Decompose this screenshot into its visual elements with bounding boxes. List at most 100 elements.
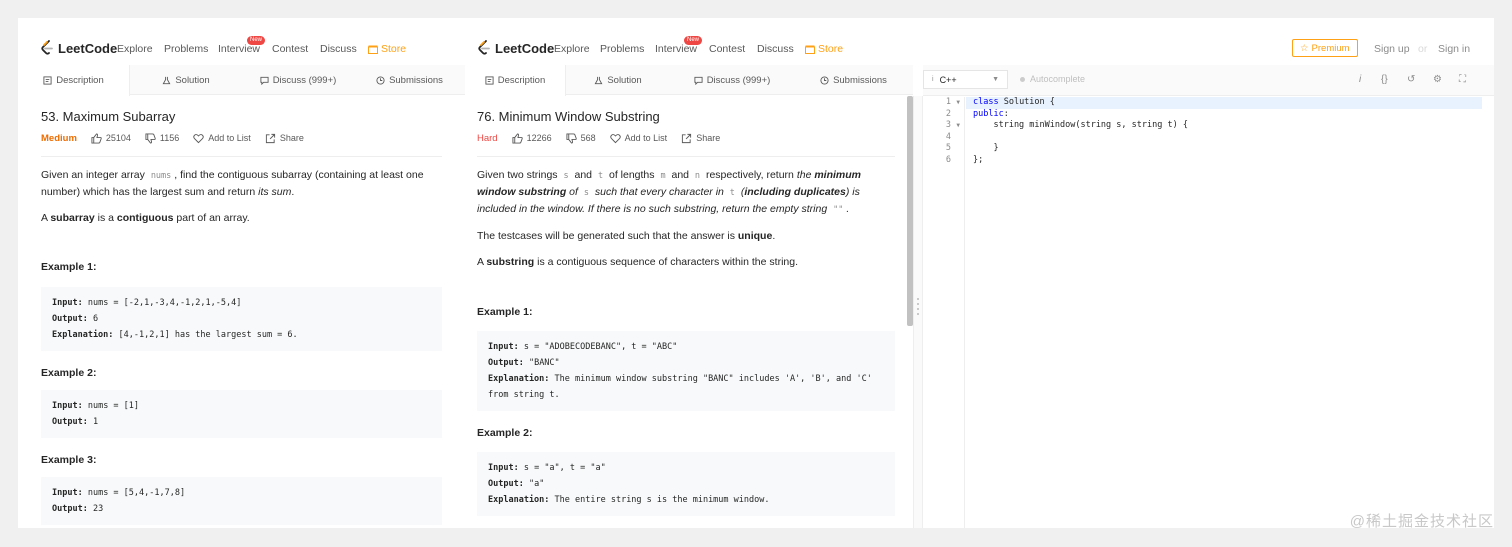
- fold-arrow-icon[interactable]: ▼: [956, 120, 960, 132]
- inline-code: s: [563, 171, 569, 181]
- line-number: 2: [945, 108, 951, 119]
- code-braces-icon[interactable]: {}: [1381, 74, 1388, 85]
- nav-discuss[interactable]: Discuss: [320, 43, 357, 55]
- tab-label: Solution: [175, 74, 210, 86]
- sign-up-link[interactable]: Sign up: [1374, 43, 1410, 55]
- line-number-text: 1: [945, 97, 951, 107]
- like-button[interactable]: 12266: [512, 132, 552, 144]
- comment-icon: [260, 76, 269, 85]
- line-number-text: 3: [945, 120, 951, 131]
- leetcode-logo[interactable]: LeetCode: [477, 40, 554, 56]
- nav-problems[interactable]: Problems: [164, 43, 208, 55]
- nav-contest[interactable]: Contest: [272, 43, 308, 55]
- tab-discuss[interactable]: Discuss (999+): [670, 65, 794, 95]
- desc-text: A: [41, 212, 51, 224]
- share-button[interactable]: Share: [265, 133, 304, 144]
- code-keyword: public: [973, 108, 1004, 119]
- panel-splitter[interactable]: [913, 96, 923, 528]
- output-label: Output:: [488, 358, 524, 368]
- desc-text: respectively, return: [703, 169, 797, 181]
- editor-toolbar: i C++ ▼ Autocomplete i {} ↺ ⚙ ⛶: [923, 65, 1494, 96]
- dislike-button[interactable]: 1156: [145, 132, 179, 144]
- line-number: 3 ▼: [923, 120, 964, 132]
- desc-text: and: [571, 169, 595, 181]
- tab-solution[interactable]: Solution: [130, 65, 242, 95]
- desc-bold: subarray: [50, 212, 95, 224]
- tab-submissions[interactable]: Submissions: [354, 65, 465, 95]
- nav-contest[interactable]: Contest: [709, 43, 745, 55]
- example-box: Input: s = "ADOBECODEBANC", t = "ABC" Ou…: [477, 331, 895, 411]
- tab-label: Submissions: [389, 74, 443, 86]
- tab-description[interactable]: Description: [465, 65, 566, 96]
- clock-icon: [820, 75, 829, 85]
- leetcode-logo[interactable]: LeetCode: [40, 40, 117, 56]
- nav-store[interactable]: Store: [805, 43, 843, 55]
- sign-in-link[interactable]: Sign in: [1438, 43, 1470, 55]
- language-value: C++: [939, 74, 957, 85]
- tab-submissions[interactable]: Submissions: [794, 65, 913, 95]
- description-icon: [485, 76, 494, 85]
- add-to-list-button[interactable]: Add to List: [609, 133, 668, 144]
- example-box: Input: nums = [1] Output: 1: [41, 390, 442, 438]
- description-paragraph: A substring is a contiguous sequence of …: [477, 254, 895, 270]
- problem-content: 76. Minimum Window Substring Hard 12266 …: [465, 96, 907, 516]
- description-icon: [43, 76, 52, 85]
- problem-content: 53. Maximum Subarray Medium 25104 1156 A…: [18, 96, 465, 525]
- premium-label: Premium: [1311, 42, 1350, 54]
- reset-icon[interactable]: ↺: [1407, 74, 1415, 85]
- desc-text: Given two strings: [477, 169, 561, 181]
- nav-store[interactable]: Store: [368, 43, 406, 55]
- dislike-button[interactable]: 568: [566, 132, 596, 144]
- share-icon: [682, 133, 692, 143]
- problem-title: 76. Minimum Window Substring: [477, 109, 660, 124]
- add-to-list-button[interactable]: Add to List: [193, 133, 251, 144]
- nav-explore[interactable]: Explore: [117, 43, 153, 55]
- code-line: }: [973, 143, 999, 154]
- code-line: public:: [973, 109, 1482, 121]
- nav-problems[interactable]: Problems: [600, 43, 644, 55]
- tab-discuss[interactable]: Discuss (999+): [242, 65, 354, 95]
- code-line: class Solution {: [966, 97, 1482, 109]
- like-button[interactable]: 25104: [91, 132, 131, 144]
- problem-title: 53. Maximum Subarray: [41, 109, 176, 124]
- premium-button[interactable]: ☆ Premium: [1292, 39, 1358, 57]
- example-input: nums = [5,4,-1,7,8]: [87, 488, 186, 498]
- desc-text: of lengths: [606, 169, 658, 181]
- nav-interview[interactable]: Interview New: [218, 36, 266, 55]
- desc-emphasis: .: [846, 203, 850, 215]
- nav-explore[interactable]: Explore: [554, 43, 590, 55]
- splitter-grip: [917, 303, 919, 305]
- divider: [41, 156, 442, 157]
- thumbs-up-icon: [91, 132, 102, 144]
- top-nav: LeetCode Explore Problems Interview New …: [18, 18, 465, 66]
- tab-solution[interactable]: Solution: [566, 65, 670, 95]
- desc-bold: including duplicates: [744, 186, 846, 198]
- comment-icon: [694, 76, 703, 85]
- inline-code: m: [660, 171, 666, 181]
- problem-meta: Hard 12266 568 Add to List Share: [477, 132, 895, 146]
- settings-icon[interactable]: ⚙: [1433, 74, 1442, 85]
- splitter-grip: [917, 313, 919, 315]
- splitter-grip: [917, 308, 919, 310]
- info-icon[interactable]: i: [1359, 74, 1361, 85]
- nav-interview[interactable]: Interview New: [655, 36, 703, 55]
- add-to-list-label: Add to List: [624, 133, 668, 143]
- tab-description[interactable]: Description: [18, 65, 130, 96]
- nav-discuss[interactable]: Discuss: [757, 43, 794, 55]
- language-select[interactable]: i C++ ▼: [923, 70, 1008, 89]
- line-number: 5: [945, 143, 951, 154]
- autocomplete-toggle[interactable]: Autocomplete: [1020, 74, 1085, 84]
- example-title: Example 3:: [41, 454, 97, 466]
- divider: [477, 156, 895, 157]
- code-area[interactable]: class Solution { public: string minWindo…: [966, 97, 1482, 528]
- fold-arrow-icon[interactable]: ▼: [956, 97, 960, 109]
- description-paragraph: Given an integer array nums, find the co…: [41, 167, 442, 200]
- logo-text: LeetCode: [58, 40, 118, 56]
- input-label: Input:: [52, 488, 83, 498]
- share-button[interactable]: Share: [681, 133, 720, 144]
- desc-emphasis: such that every character in: [591, 186, 727, 198]
- like-count: 12266: [526, 133, 552, 143]
- fullscreen-icon[interactable]: ⛶: [1459, 74, 1466, 85]
- desc-emphasis: of: [566, 186, 581, 198]
